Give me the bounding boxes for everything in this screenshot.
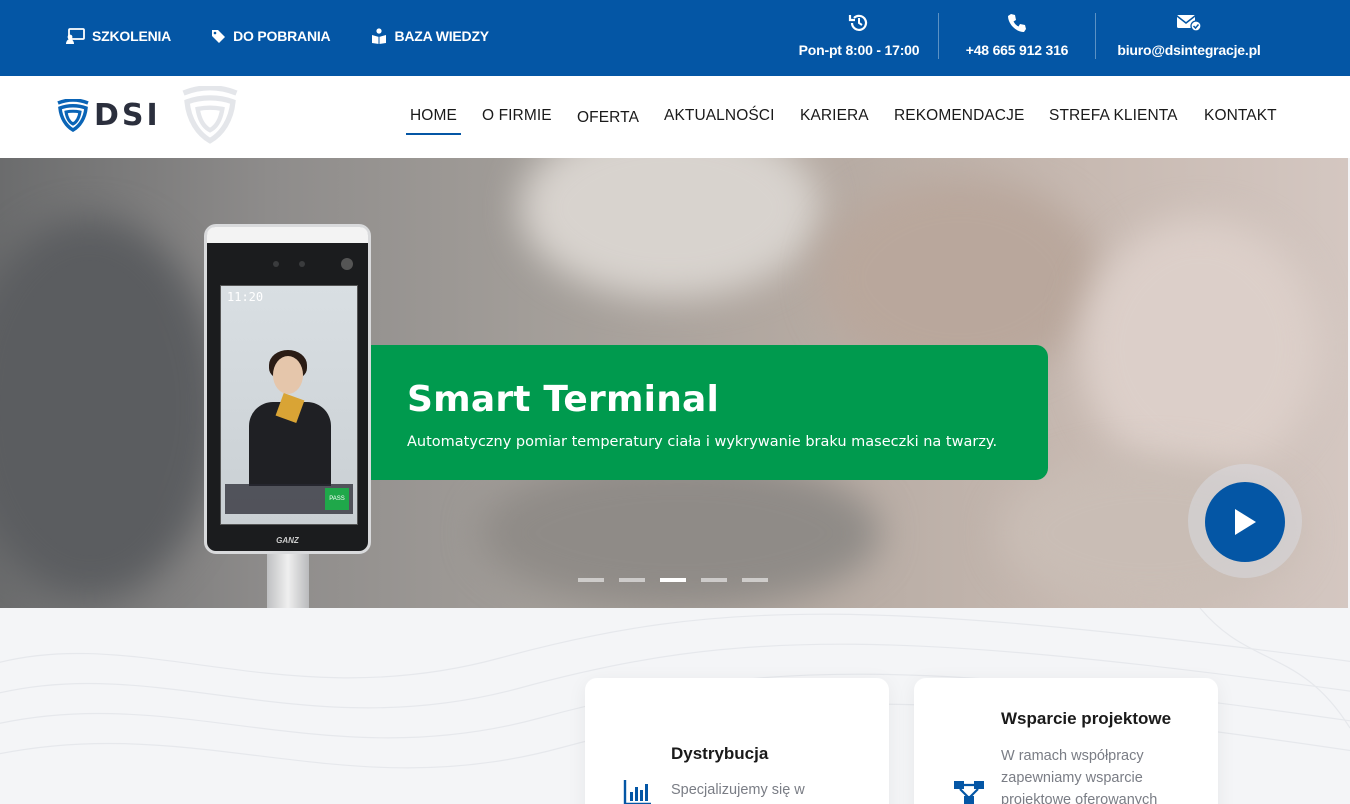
device-top — [207, 227, 368, 243]
contact-info: Pon-pt 8:00 - 17:00 +48 665 912 316 biur… — [780, 10, 1282, 59]
top-link-label: SZKOLENIA — [92, 28, 172, 44]
top-link-baza-wiedzy[interactable]: BAZA WIEDZY — [370, 28, 489, 44]
device-stand — [267, 554, 309, 608]
slide-caption: Smart Terminal Automatyczny pomiar tempe… — [371, 345, 1048, 480]
top-link-label: BAZA WIEDZY — [394, 28, 489, 44]
slider-dots — [578, 578, 768, 582]
top-bar: SZKOLENIA DO POBRANIA BAZA WIEDZY Pon-pt… — [0, 0, 1350, 76]
card-text: W ramach współpracy zapewniamy wsparcie … — [1001, 748, 1158, 804]
training-icon — [66, 28, 85, 44]
opening-hours-text: Pon-pt 8:00 - 17:00 — [798, 42, 920, 58]
book-reader-icon — [372, 28, 387, 44]
phone-icon — [1008, 14, 1026, 32]
pass-indicator: PASS — [325, 488, 349, 510]
slider-dot-5[interactable] — [742, 578, 768, 582]
slider-dot-1[interactable] — [578, 578, 604, 582]
opening-hours: Pon-pt 8:00 - 17:00 — [780, 10, 938, 58]
nav-oferta[interactable]: OFERTA — [577, 109, 639, 127]
card-title: Wsparcie projektowe — [1001, 709, 1172, 728]
bg-blur — [480, 458, 880, 608]
bg-blur — [0, 218, 220, 598]
card-title: Dystrybucja — [671, 744, 769, 763]
device-time: 11:20 — [227, 290, 264, 304]
tags-icon — [212, 30, 226, 43]
nav-home[interactable]: HOME — [406, 107, 461, 135]
main-navbar: DSI HOME O FIRMIE OFERTA AKTUALNOŚCI KAR… — [0, 76, 1350, 158]
play-video-button[interactable] — [1205, 482, 1285, 562]
nav-kontakt[interactable]: KONTAKT — [1204, 107, 1277, 125]
service-card-wsparcie[interactable]: Wsparcie projektowe W ramach współpracy … — [914, 678, 1218, 804]
top-link-do-pobrania[interactable]: DO POBRANIA — [211, 28, 331, 44]
top-link-szkolenia[interactable]: SZKOLENIA — [66, 28, 171, 44]
device-screen: 11:20 PASS — [220, 285, 358, 525]
nav-o-firmie[interactable]: O FIRMIE — [482, 107, 552, 125]
nav-aktualnosci[interactable]: AKTUALNOŚCI — [664, 107, 775, 125]
camera-icon — [273, 261, 279, 267]
nav-kariera[interactable]: KARIERA — [800, 107, 869, 125]
service-card-dystrybucja[interactable]: Dystrybucja Specjalizujemy się w — [585, 678, 889, 804]
nav-rekomendacje[interactable]: REKOMENDACJE — [894, 107, 1024, 125]
play-icon — [1235, 509, 1256, 535]
slide-subtitle: Automatyczny pomiar temperatury ciała i … — [407, 434, 998, 450]
hero-slider: 11:20 PASS GANZ Smart Terminal Automatyc… — [0, 158, 1348, 608]
slider-dot-4[interactable] — [701, 578, 727, 582]
history-clock-icon — [848, 14, 868, 31]
phone-contact[interactable]: +48 665 912 316 — [939, 10, 1095, 58]
camera-icon — [299, 261, 305, 267]
network-icon — [954, 781, 984, 804]
nav-strefa-klienta[interactable]: STREFA KLIENTA — [1049, 107, 1178, 125]
smart-terminal-device: 11:20 PASS GANZ — [204, 224, 371, 554]
services-section: Dystrybucja Specjalizujemy się w Wsparci… — [0, 608, 1350, 804]
bg-blur — [1080, 218, 1320, 478]
top-links: SZKOLENIA DO POBRANIA BAZA WIEDZY — [66, 28, 529, 44]
device-brand: GANZ — [276, 536, 299, 545]
bar-chart-icon — [623, 780, 651, 804]
email-address: biuro@dsintegracje.pl — [1117, 42, 1261, 58]
slide-title: Smart Terminal — [407, 379, 720, 420]
phone-number: +48 665 912 316 — [965, 42, 1069, 58]
slider-dot-2[interactable] — [619, 578, 645, 582]
camera-icon — [341, 258, 353, 270]
card-text: Specjalizujemy się w — [671, 782, 805, 798]
pass-bar: PASS — [225, 484, 353, 514]
person-head — [273, 356, 303, 394]
mail-check-icon — [1176, 15, 1202, 32]
top-link-label: DO POBRANIA — [233, 28, 331, 44]
email-contact[interactable]: biuro@dsintegracje.pl — [1096, 10, 1282, 58]
main-menu: HOME O FIRMIE OFERTA AKTUALNOŚCI KARIERA… — [0, 107, 1350, 137]
slider-dot-3[interactable] — [660, 578, 686, 582]
bg-blur — [520, 158, 820, 298]
